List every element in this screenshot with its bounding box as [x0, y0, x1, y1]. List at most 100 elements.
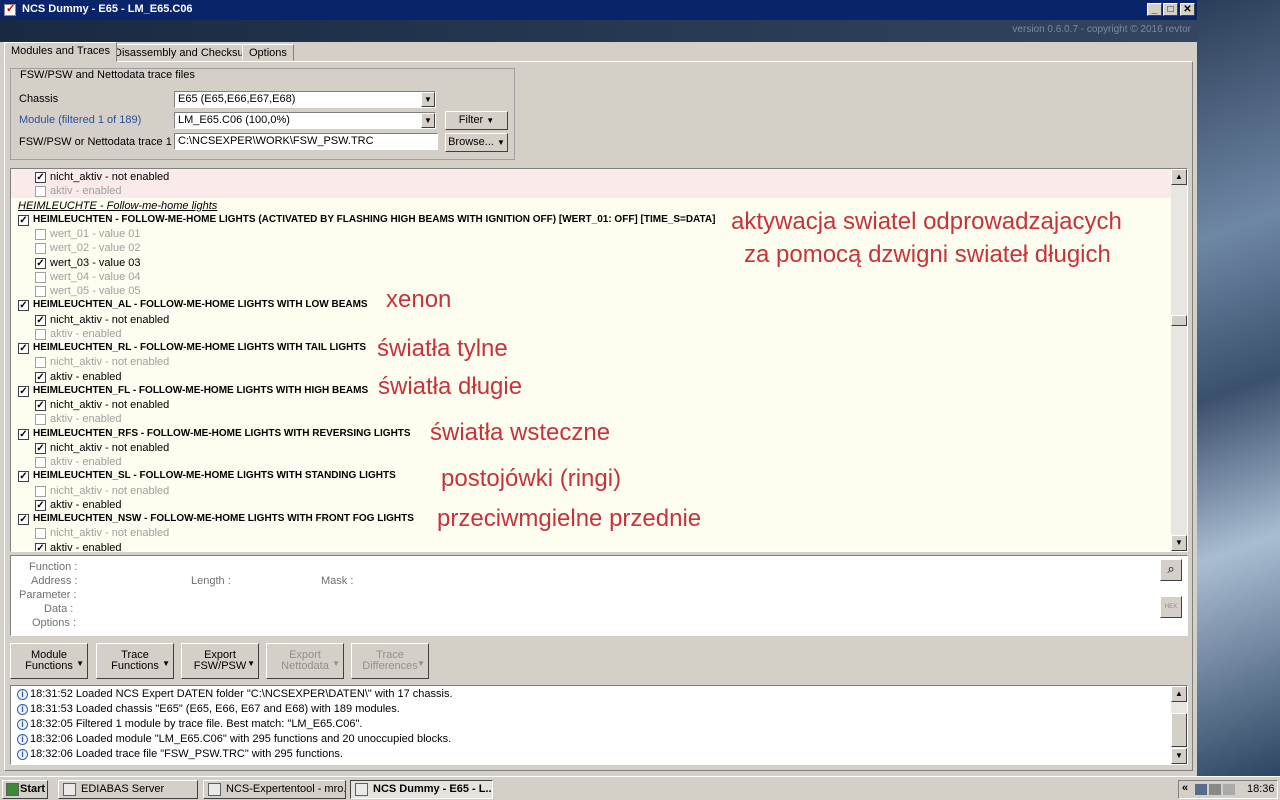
tab-modules-traces[interactable]: Modules and Traces: [4, 42, 118, 62]
checkbox[interactable]: ✓: [18, 514, 29, 525]
browse-button[interactable]: Browse... ▼: [445, 133, 508, 152]
start-button[interactable]: Start: [2, 780, 48, 799]
row-label: nicht_aktiv - not enabled: [50, 527, 170, 540]
hex-icon[interactable]: HEX: [1160, 596, 1182, 618]
chevron-down-icon[interactable]: ▼: [421, 92, 435, 107]
checkbox[interactable]: [35, 271, 46, 283]
chevron-down-icon[interactable]: ▼: [421, 113, 435, 128]
checkbox[interactable]: [35, 357, 46, 369]
checkbox[interactable]: ✓: [35, 542, 46, 551]
tray-expand-icon[interactable]: «: [1182, 782, 1188, 794]
checkbox[interactable]: ✓: [18, 471, 29, 483]
ncs-expert-icon: [208, 783, 221, 796]
annotation-xenon: xenon: [386, 286, 452, 313]
chevron-down-icon: ▼: [162, 659, 170, 668]
taskbar: Start EDIABAS Server NCS-Expertentool - …: [0, 776, 1280, 800]
search-icon[interactable]: ⌕: [1160, 559, 1182, 581]
checkbox[interactable]: [35, 528, 46, 540]
row-label: aktiv - enabled: [50, 185, 122, 198]
length-detail-label: Length :: [191, 575, 231, 587]
info-icon: i: [17, 733, 28, 745]
row-label: nicht_aktiv - not enabled: [50, 441, 170, 454]
checkbox[interactable]: ✓: [18, 385, 29, 397]
keyboard-icon[interactable]: [1223, 784, 1235, 795]
module-select[interactable]: LM_E65.C06 (100,0%) ▼: [174, 112, 436, 129]
function-detail-label: Function :: [29, 561, 78, 573]
log-scrollbar[interactable]: ▲ ▼: [1171, 686, 1187, 764]
scroll-up-icon[interactable]: ▲: [1171, 686, 1187, 702]
filter-button[interactable]: Filter ▼: [445, 111, 508, 130]
checkbox[interactable]: ✓: [35, 172, 46, 183]
trace-differences-button[interactable]: Trace Differences ▼: [351, 643, 429, 679]
checkbox[interactable]: ✓: [35, 314, 46, 326]
checkbox[interactable]: ✓: [35, 400, 46, 411]
checkbox[interactable]: [35, 485, 46, 497]
row-label: aktiv - enabled: [50, 498, 122, 511]
checkbox[interactable]: [35, 243, 46, 255]
export-fsw-psw-button[interactable]: Export FSW/PSW ▼: [181, 643, 259, 679]
address-detail-label: Address :: [31, 575, 78, 587]
row-label: HEIMLEUCHTEN_SL - FOLLOW-ME-HOME LIGHTS …: [33, 470, 396, 482]
chassis-select[interactable]: E65 (E65,E66,E67,E68) ▼: [174, 91, 436, 108]
row-label: aktiv - enabled: [50, 456, 122, 468]
row-label: HEIMLEUCHTEN_AL - FOLLOW-ME-HOME LIGHTS …: [33, 299, 368, 311]
checkbox[interactable]: [35, 229, 46, 240]
maximize-button[interactable]: □: [1163, 3, 1178, 16]
scroll-thumb[interactable]: [1171, 713, 1187, 747]
close-button[interactable]: ✕: [1180, 3, 1195, 16]
scroll-up-icon[interactable]: ▲: [1171, 169, 1187, 185]
row-label: HEIMLEUCHTEN - FOLLOW-ME-HOME LIGHTS (AC…: [33, 213, 716, 225]
module-value: LM_E65.C06 (100,0%): [178, 114, 290, 126]
export-nettodata-button[interactable]: Export Nettodata ▼: [266, 643, 344, 679]
checkbox[interactable]: ✓: [35, 371, 46, 383]
browse-button-label: Browse...: [448, 136, 494, 148]
scroll-thumb[interactable]: [1171, 315, 1187, 326]
row-label: HEIMLEUCHTEN_RFS - FOLLOW-ME-HOME LIGHTS…: [33, 427, 411, 439]
system-tray: « 18:36: [1178, 780, 1278, 799]
checkbox[interactable]: [35, 186, 46, 198]
volume-icon[interactable]: [1209, 784, 1221, 795]
scroll-down-icon[interactable]: ▼: [1171, 748, 1187, 764]
row-label: wert_04 - value 04: [50, 270, 141, 283]
checkbox[interactable]: ✓: [18, 214, 29, 226]
row-label: aktiv - enabled: [50, 413, 122, 426]
row-label: aktiv - enabled: [50, 370, 122, 383]
task-ediabas[interactable]: EDIABAS Server: [58, 780, 198, 799]
row-label: wert_05 - value 05: [50, 285, 141, 297]
log-panel[interactable]: ▲ ▼ i 18:31:52 Loaded NCS Expert DATEN fo…: [10, 685, 1188, 765]
clock[interactable]: 18:36: [1247, 783, 1275, 795]
log-entry: i 18:31:53 Loaded chassis "E65" (E65, E66…: [17, 702, 400, 717]
row-label: wert_01 - value 01: [50, 228, 141, 240]
title-bar[interactable]: NCS Dummy - E65 - LM_E65.C06 _ □ ✕: [0, 0, 1197, 20]
log-entry: i 18:31:52 Loaded NCS Expert DATEN folder…: [17, 687, 453, 702]
checkbox[interactable]: ✓: [35, 442, 46, 454]
annotation-activation-2: za pomocą dzwigni swiateł długich: [744, 241, 1111, 268]
row-label: HEIMLEUCHTEN_FL - FOLLOW-ME-HOME LIGHTS …: [33, 384, 369, 396]
scroll-down-icon[interactable]: ▼: [1171, 535, 1187, 551]
row-label: nicht_aktiv - not enabled: [50, 171, 170, 183]
chassis-value: E65 (E65,E66,E67,E68): [178, 93, 296, 105]
task-ncs-expertentool[interactable]: NCS-Expertentool - mro...: [203, 780, 346, 799]
version-text: version 0.6.0.7 - copyright © 2016 revto…: [1012, 24, 1191, 35]
trace-functions-button[interactable]: Trace Functions ▼: [96, 643, 174, 679]
checkbox[interactable]: ✓: [35, 257, 46, 269]
tab-options[interactable]: Options: [242, 44, 294, 61]
task-ncs-dummy[interactable]: NCS Dummy - E65 - L...: [350, 780, 493, 799]
network-icon[interactable]: [1195, 784, 1207, 795]
function-list-scrollbar[interactable]: ▲ ▼: [1171, 169, 1187, 551]
checkbox[interactable]: ✓: [18, 428, 29, 440]
checkbox[interactable]: [35, 414, 46, 426]
trace-path-field[interactable]: C:\NCSEXPER\WORK\FSW_PSW.TRC: [174, 133, 438, 150]
checkbox[interactable]: ✓: [18, 343, 29, 354]
window-title: NCS Dummy - E65 - LM_E65.C06: [22, 3, 193, 15]
checkbox[interactable]: [35, 457, 46, 468]
checkbox[interactable]: ✓: [35, 499, 46, 511]
checkbox[interactable]: [35, 328, 46, 340]
mask-detail-label: Mask :: [321, 575, 354, 587]
checkbox[interactable]: ✓: [18, 300, 29, 312]
checkbox[interactable]: [35, 286, 46, 297]
log-text: 18:31:53 Loaded chassis "E65" (E65, E66,…: [30, 703, 400, 715]
module-functions-button[interactable]: Module Functions ▼: [10, 643, 88, 679]
chassis-label: Chassis: [19, 93, 59, 105]
minimize-button[interactable]: _: [1147, 3, 1162, 16]
